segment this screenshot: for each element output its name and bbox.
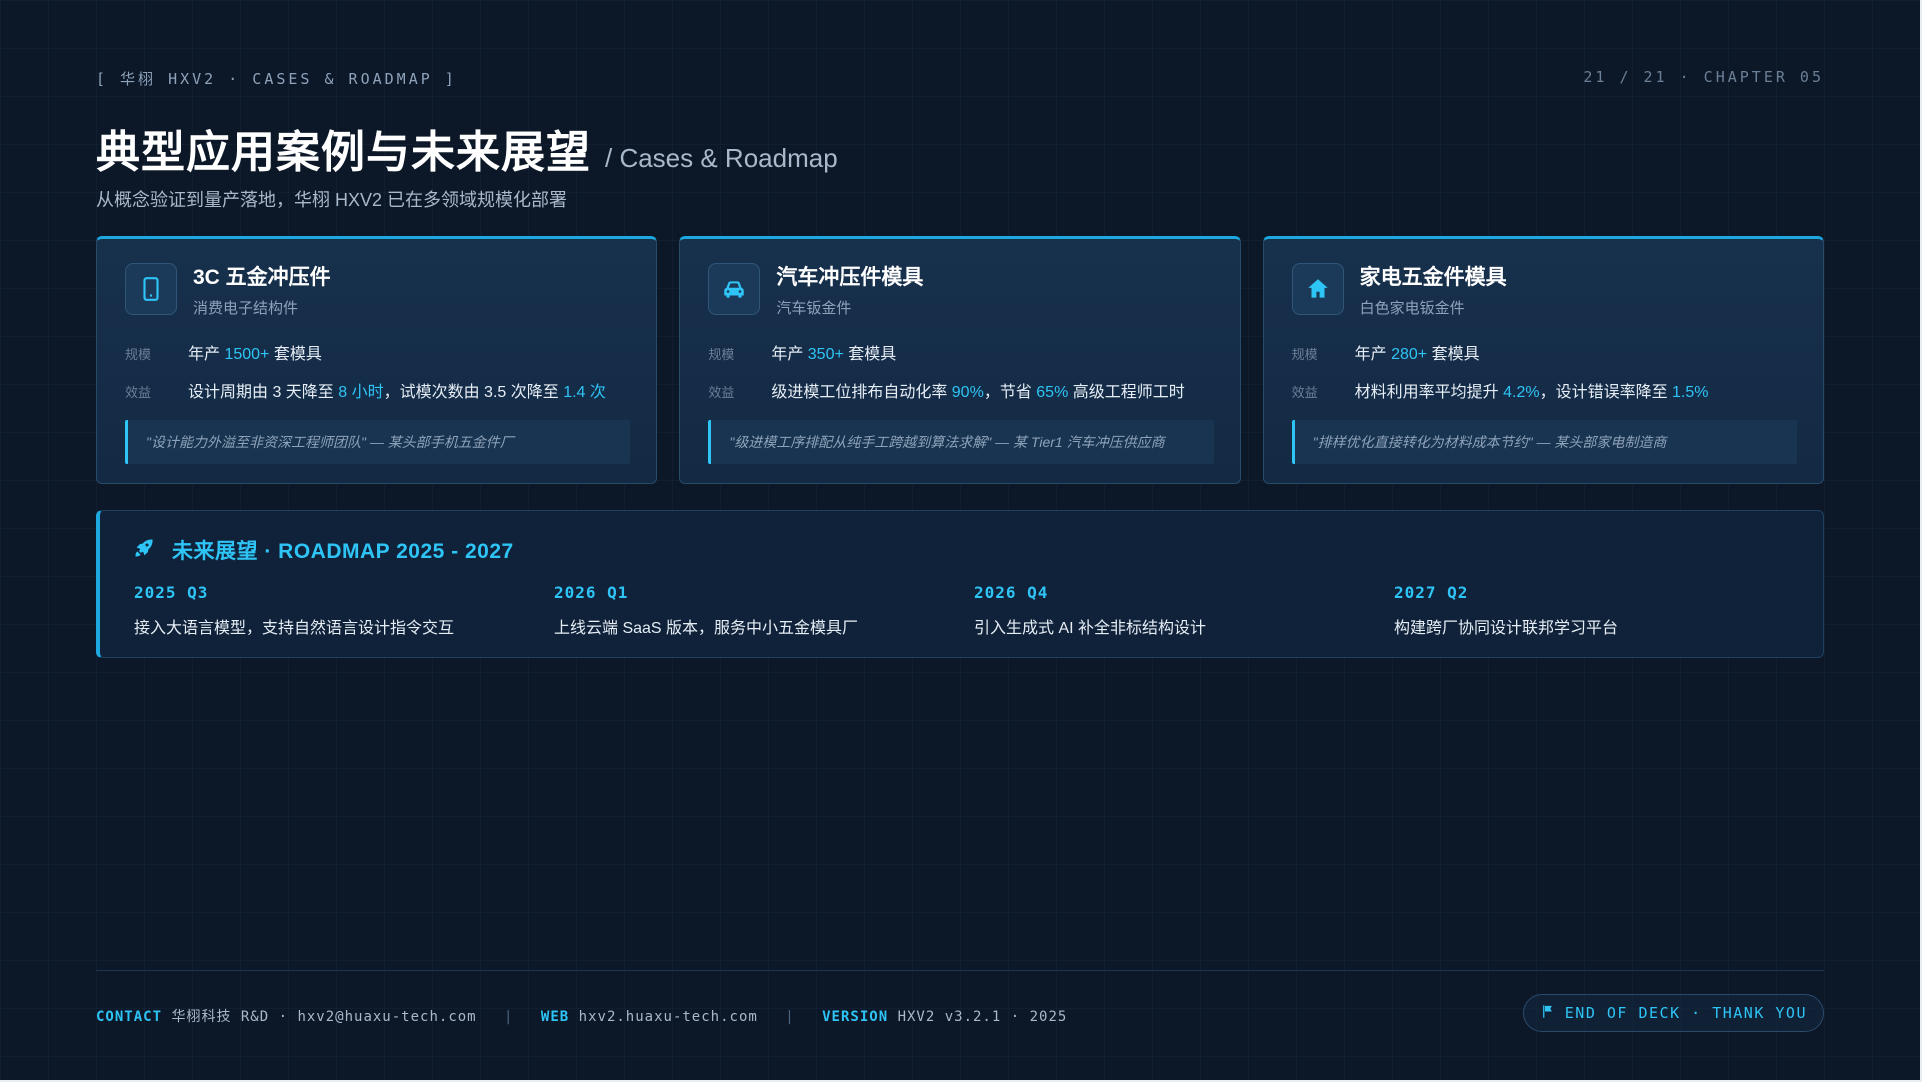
scale-pre: 年产 bbox=[771, 346, 808, 363]
roadmap-text: 接入大语言模型，支持自然语言设计指令交互 bbox=[134, 620, 455, 637]
case-cards: 3C 五金冲压件 消费电子结构件 规模 年产 1500+ 套模具 效益 设计周期… bbox=[96, 236, 1824, 484]
car-icon bbox=[708, 263, 761, 315]
home-icon bbox=[1291, 263, 1344, 315]
benefit-text: ，设计错误率降至 bbox=[1539, 384, 1673, 401]
case-card-3c: 3C 五金冲压件 消费电子结构件 规模 年产 1500+ 套模具 效益 设计周期… bbox=[96, 236, 658, 484]
footer-info: CONTACT 华栩科技 R&D · hxv2@huaxu-tech.com |… bbox=[96, 1006, 1067, 1026]
benefit-highlight: 1.4 次 bbox=[563, 384, 606, 401]
roadmap-date: 2026 Q1 bbox=[554, 583, 629, 602]
contact-value: 华栩科技 R&D · hxv2@huaxu-tech.com bbox=[171, 1009, 477, 1025]
roadmap-panel: 未来展望 · ROADMAP 2025 - 2027 2025 Q3 接入大语言… bbox=[96, 510, 1824, 658]
card-title: 3C 五金冲压件 bbox=[193, 266, 331, 289]
roadmap-item: 2025 Q3 接入大语言模型，支持自然语言设计指令交互 bbox=[134, 583, 554, 638]
smartphone-icon bbox=[125, 263, 177, 315]
end-of-deck-badge: END OF DECK · THANK YOU bbox=[1522, 994, 1824, 1032]
end-of-deck-label: END OF DECK · THANK YOU bbox=[1564, 1004, 1807, 1022]
roadmap-text: 引入生成式 AI 补全非标结构设计 bbox=[974, 620, 1207, 637]
roadmap-item: 2027 Q2 构建跨厂协同设计联邦学习平台 bbox=[1394, 583, 1814, 638]
web-label: WEB bbox=[540, 1009, 570, 1025]
roadmap-date: 2026 Q4 bbox=[974, 583, 1049, 602]
benefit-text: 设计周期由 3 天降至 bbox=[188, 384, 339, 401]
benefit-highlight: 4.2% bbox=[1503, 384, 1540, 401]
benefit-label: 效益 bbox=[708, 385, 735, 400]
benefit-text: ，试模次数由 3.5 次降至 bbox=[383, 384, 564, 401]
card-benefit-row: 效益 级进模工位排布自动化率 90%，节省 65% 高级工程师工时 bbox=[708, 378, 1213, 402]
footer-divider bbox=[96, 970, 1824, 971]
title-row: 典型应用案例与未来展望 / Cases & Roadmap bbox=[96, 116, 838, 180]
flag-icon bbox=[1540, 1004, 1565, 1023]
scale-highlight: 280+ bbox=[1391, 346, 1428, 363]
card-quote: "排样优化直接转化为材料成本节约" — 某头部家电制造商 bbox=[1291, 420, 1797, 464]
contact-label: CONTACT bbox=[96, 1009, 163, 1025]
card-scale-row: 规模 年产 1500+ 套模具 bbox=[125, 340, 630, 364]
card-header: 家电五金件模具 白色家电钣金件 bbox=[1291, 263, 1797, 318]
benefit-text: 材料利用率平均提升 bbox=[1354, 384, 1504, 401]
page-title-en: / Cases & Roadmap bbox=[605, 143, 838, 173]
scale-highlight: 1500+ bbox=[224, 346, 270, 363]
roadmap-text: 构建跨厂协同设计联邦学习平台 bbox=[1394, 620, 1619, 637]
scale-post: 套模具 bbox=[843, 346, 897, 363]
web-link[interactable]: hxv2.huaxu-tech.com bbox=[579, 1009, 758, 1025]
card-subtitle: 消费电子结构件 bbox=[193, 300, 299, 317]
version-label: VERSION bbox=[822, 1009, 889, 1025]
scale-pre: 年产 bbox=[188, 346, 225, 363]
benefit-highlight: 8 小时 bbox=[338, 384, 384, 401]
card-subtitle: 汽车钣金件 bbox=[776, 300, 852, 317]
benefit-text: 高级工程师工时 bbox=[1068, 384, 1185, 401]
benefit-highlight: 1.5% bbox=[1672, 384, 1709, 401]
scale-highlight: 350+ bbox=[807, 346, 844, 363]
card-scale-row: 规模 年产 350+ 套模具 bbox=[708, 340, 1213, 364]
footer-separator: | bbox=[785, 1009, 795, 1025]
card-scale-row: 规模 年产 280+ 套模具 bbox=[1292, 340, 1797, 364]
benefit-label: 效益 bbox=[125, 385, 152, 400]
card-header: 3C 五金冲压件 消费电子结构件 bbox=[125, 263, 630, 318]
card-title: 家电五金件模具 bbox=[1359, 266, 1507, 289]
case-card-appliance: 家电五金件模具 白色家电钣金件 规模 年产 280+ 套模具 效益 材料利用率平… bbox=[1262, 236, 1824, 484]
card-title: 汽车冲压件模具 bbox=[776, 266, 924, 289]
scale-label: 规模 bbox=[1291, 347, 1318, 362]
scale-label: 规模 bbox=[708, 347, 735, 362]
scale-post: 套模具 bbox=[269, 346, 322, 363]
scale-pre: 年产 bbox=[1354, 346, 1392, 363]
benefit-text: ，节省 bbox=[983, 384, 1037, 401]
page-indicator: 21 / 21 · CHAPTER 05 bbox=[1583, 68, 1824, 86]
card-quote: "级进模工序排配从纯手工跨越到算法求解" — 某 Tier1 汽车冲压供应商 bbox=[708, 420, 1214, 464]
roadmap-item: 2026 Q1 上线云端 SaaS 版本，服务中小五金模具厂 bbox=[554, 583, 974, 638]
benefit-label: 效益 bbox=[1291, 385, 1318, 400]
card-quote: "设计能力外溢至非资深工程师团队" — 某头部手机五金件厂 bbox=[125, 420, 631, 464]
scale-post: 套模具 bbox=[1427, 346, 1480, 363]
page-subtitle: 从概念验证到量产落地，华栩 HXV2 已在多领域规模化部署 bbox=[96, 190, 568, 210]
roadmap-timeline: 2025 Q3 接入大语言模型，支持自然语言设计指令交互 2026 Q1 上线云… bbox=[134, 583, 1814, 638]
footer-separator: | bbox=[504, 1009, 514, 1025]
card-subtitle: 白色家电钣金件 bbox=[1359, 300, 1465, 317]
page-title: 典型应用案例与未来展望 bbox=[96, 128, 591, 177]
scale-label: 规模 bbox=[125, 347, 152, 362]
roadmap-title: 未来展望 · ROADMAP 2025 - 2027 bbox=[172, 540, 514, 563]
case-card-auto: 汽车冲压件模具 汽车钣金件 规模 年产 350+ 套模具 效益 级进模工位排布自… bbox=[679, 236, 1241, 484]
deck-tag: [ 华栩 HXV2 · CASES & ROADMAP ] bbox=[96, 70, 457, 88]
benefit-highlight: 90% bbox=[951, 384, 984, 401]
roadmap-date: 2025 Q3 bbox=[134, 583, 209, 602]
card-benefit-row: 效益 材料利用率平均提升 4.2%，设计错误率降至 1.5% bbox=[1292, 378, 1797, 402]
roadmap-header: 未来展望 · ROADMAP 2025 - 2027 bbox=[132, 535, 514, 565]
benefit-highlight: 65% bbox=[1036, 384, 1069, 401]
version-value: HXV2 v3.2.1 · 2025 bbox=[897, 1009, 1068, 1025]
benefit-text: 级进模工位排布自动化率 bbox=[771, 384, 952, 401]
rocket-icon bbox=[132, 536, 156, 565]
card-benefit-row: 效益 设计周期由 3 天降至 8 小时，试模次数由 3.5 次降至 1.4 次 bbox=[125, 378, 630, 402]
card-header: 汽车冲压件模具 汽车钣金件 bbox=[708, 263, 1213, 318]
roadmap-date: 2027 Q2 bbox=[1394, 583, 1469, 602]
roadmap-item: 2026 Q4 引入生成式 AI 补全非标结构设计 bbox=[974, 583, 1394, 638]
roadmap-text: 上线云端 SaaS 版本，服务中小五金模具厂 bbox=[554, 620, 859, 637]
